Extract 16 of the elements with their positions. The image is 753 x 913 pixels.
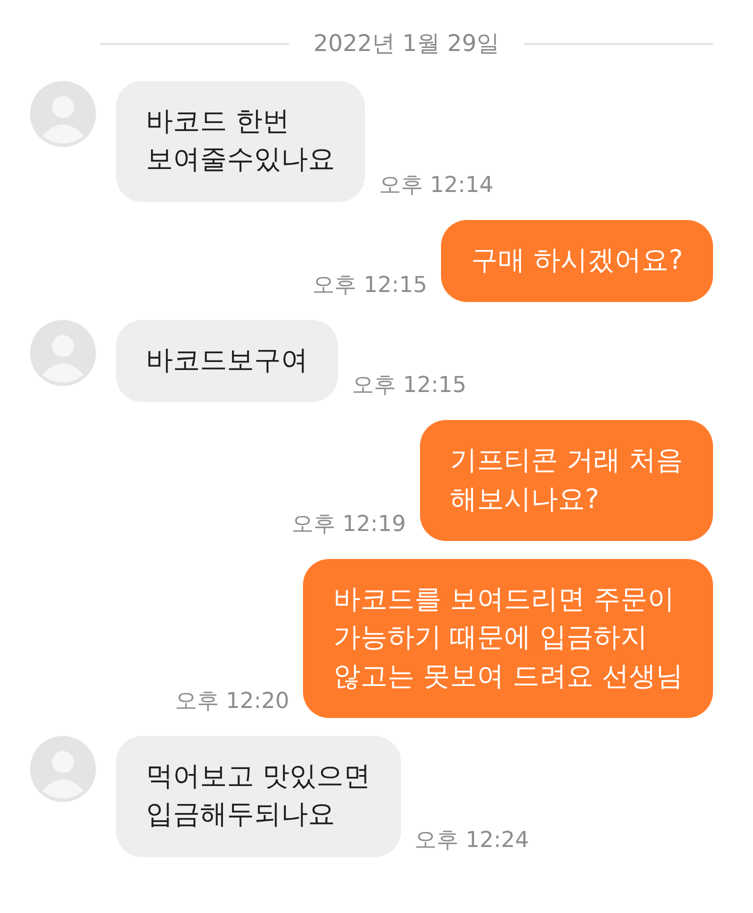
message-bubble: 바코드보구여 bbox=[116, 320, 338, 402]
message-time: 오후 12:15 bbox=[352, 372, 466, 400]
message-time: 오후 12:24 bbox=[414, 826, 529, 855]
date-divider: 2022년 1월 29일 bbox=[313, 30, 500, 59]
message-bubble: 바코드 한번 보여줄수있나요 bbox=[116, 81, 365, 202]
message-bubble: 바코드를 보여드리면 주문이 가능하기 때문에 입금하지 않고는 못보여 드려요 선생님 bbox=[303, 558, 713, 718]
avatar-icon bbox=[30, 736, 96, 802]
avatar-icon bbox=[30, 81, 96, 147]
avatar-icon bbox=[30, 320, 96, 386]
message-time: 오후 12:19 bbox=[291, 510, 406, 539]
message-time: 오후 12:15 bbox=[312, 272, 428, 300]
message-bubble: 구매 하시겠어요? bbox=[441, 220, 713, 302]
message-bubble: 기프티콘 거래 처음 해보시나요? bbox=[420, 420, 713, 541]
message-bubble: 먹어보고 맛있으면 입금해두되나요 bbox=[116, 736, 401, 857]
message-time: 오후 12:20 bbox=[174, 688, 290, 716]
message-time: 오후 12:14 bbox=[379, 172, 494, 200]
